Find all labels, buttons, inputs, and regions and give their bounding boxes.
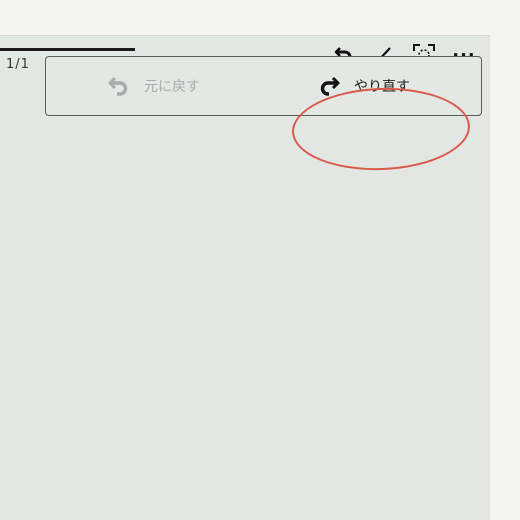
reading-progress-bar: [0, 48, 135, 51]
undo-label: 元に戻す: [144, 79, 200, 95]
undo-icon: [108, 76, 128, 96]
undo-button[interactable]: 元に戻す: [108, 57, 200, 115]
page-indicator: 1/1: [6, 57, 30, 72]
device-frame: 1/1 ··· 元に戻す やり直す: [0, 0, 520, 520]
